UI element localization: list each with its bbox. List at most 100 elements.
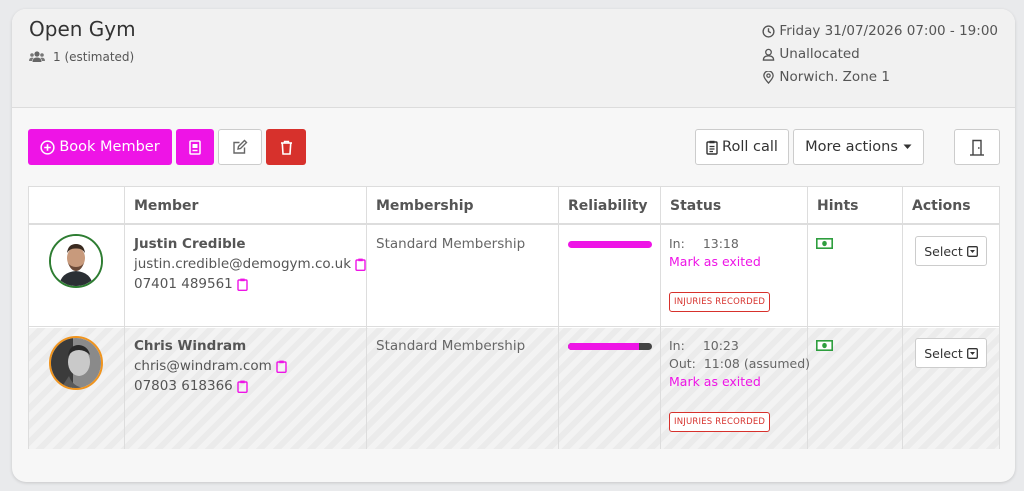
column-divider: [807, 328, 808, 449]
map-marker-icon: [763, 71, 775, 84]
class-title: Open Gym: [29, 17, 136, 41]
membership-name: Standard Membership: [376, 236, 526, 252]
header-status[interactable]: Status: [661, 187, 721, 225]
member-phone: 07803 618366: [134, 378, 233, 394]
membership-name: Standard Membership: [376, 338, 526, 354]
status-in-line: In: 13:18: [669, 236, 739, 251]
clipboard-list-icon: [706, 140, 718, 155]
header-membership[interactable]: Membership: [367, 187, 474, 225]
door-icon: [970, 139, 984, 156]
column-divider: [558, 226, 559, 326]
avatar[interactable]: [49, 336, 103, 390]
member-phone-line: 07803 618366: [134, 378, 248, 394]
plus-circle-icon: [40, 139, 55, 155]
header-reliability[interactable]: Reliability: [559, 187, 648, 225]
status-out-label: Out:: [669, 356, 696, 371]
caret-square-down-icon: [966, 245, 978, 257]
member-photo-icon: [51, 236, 101, 286]
member-phone: 07401 489561: [134, 276, 233, 292]
reliability-bar: [568, 343, 652, 350]
trash-icon: [280, 140, 292, 155]
column-divider: [366, 328, 367, 449]
caret-down-icon: [903, 144, 912, 149]
mark-exited-link[interactable]: Mark as exited: [669, 254, 761, 269]
row-action-label: Select: [924, 345, 963, 361]
edit-button[interactable]: [218, 129, 262, 165]
datetime-row: Friday 31/07/2026 07:00 - 19:00: [762, 20, 998, 43]
member-email-line: chris@windram.com: [134, 358, 287, 374]
table-row: Chris Windram chris@windram.com 07803 61…: [29, 328, 999, 449]
more-actions-dropdown[interactable]: More actions: [793, 129, 924, 165]
edit-icon: [233, 139, 248, 154]
roll-call-button[interactable]: Roll call: [695, 129, 789, 165]
reliability-fill: [568, 343, 640, 350]
class-header: Open Gym 1 (estimated) Friday 31/07/2026…: [12, 9, 1015, 108]
clipboard-icon[interactable]: [237, 278, 248, 291]
member-photo-icon: [51, 338, 101, 388]
column-divider: [366, 226, 367, 326]
column-divider: [807, 226, 808, 326]
money-bill-icon[interactable]: [816, 340, 833, 351]
roll-call-label: Roll call: [722, 139, 778, 155]
member-email: justin.credible@demogym.co.uk: [134, 256, 352, 272]
attendance-count: 1 (estimated): [29, 50, 134, 64]
instructor-row: Unallocated: [762, 43, 998, 66]
status-in-time: 10:23: [702, 338, 739, 353]
row-action-select[interactable]: Select: [915, 236, 987, 266]
injuries-recorded-badge[interactable]: INJURIES RECORDED: [669, 412, 771, 432]
status-in-label: In:: [669, 236, 685, 251]
column-divider: [660, 328, 661, 449]
reliability-bar: [568, 241, 652, 248]
header-member[interactable]: Member: [125, 187, 198, 225]
class-card: Open Gym 1 (estimated) Friday 31/07/2026…: [12, 9, 1015, 482]
more-actions-label: More actions: [805, 139, 898, 155]
avatar[interactable]: [49, 234, 103, 288]
delete-button[interactable]: [266, 129, 306, 165]
mark-exited-link[interactable]: Mark as exited: [669, 374, 761, 389]
column-divider: [124, 226, 125, 326]
clipboard-icon[interactable]: [355, 258, 366, 271]
header-actions[interactable]: Actions: [903, 187, 971, 225]
column-divider: [124, 328, 125, 449]
status-in-label: In:: [669, 338, 685, 353]
column-divider: [558, 328, 559, 449]
location-row: Norwich. Zone 1: [762, 66, 998, 89]
injuries-recorded-badge[interactable]: INJURIES RECORDED: [669, 292, 771, 312]
table-row: Justin Credible justin.credible@demogym.…: [29, 226, 999, 327]
clipboard-icon[interactable]: [237, 380, 248, 393]
row-action-label: Select: [924, 243, 963, 259]
column-divider: [902, 226, 903, 326]
column-divider: [660, 226, 661, 326]
member-email-line: justin.credible@demogym.co.uk: [134, 256, 366, 272]
row-action-select[interactable]: Select: [915, 338, 987, 368]
member-name[interactable]: Justin Credible: [134, 236, 246, 252]
attendance-label: 1 (estimated): [53, 50, 135, 64]
status-in-time: 13:18: [702, 236, 739, 251]
class-meta: Friday 31/07/2026 07:00 - 19:00 Unalloca…: [762, 20, 998, 89]
clipboard-icon[interactable]: [276, 360, 287, 373]
caret-square-down-icon: [966, 347, 978, 359]
member-name[interactable]: Chris Windram: [134, 338, 246, 354]
members-table: Member Membership Reliability Status Hin…: [28, 186, 1000, 449]
class-instructor: Unallocated: [779, 46, 860, 62]
member-phone-line: 07401 489561: [134, 276, 248, 292]
book-member-label: Book Member: [59, 139, 160, 155]
id-card-icon: [189, 139, 201, 155]
column-divider: [902, 328, 903, 449]
member-card-button[interactable]: [176, 129, 214, 165]
class-location: Norwich. Zone 1: [779, 69, 890, 85]
reliability-fill: [568, 241, 652, 248]
exit-door-button[interactable]: [954, 129, 1000, 165]
table-header: Member Membership Reliability Status Hin…: [29, 187, 999, 225]
clock-icon: [762, 25, 776, 38]
users-icon: [29, 51, 45, 62]
user-icon: [763, 48, 775, 61]
money-bill-icon[interactable]: [816, 238, 833, 249]
header-hints[interactable]: Hints: [808, 187, 859, 225]
status-out-time: 11:08 (assumed): [703, 356, 811, 371]
status-in-line: In: 10:23: [669, 338, 739, 353]
status-out-line: Out: 11:08 (assumed): [669, 356, 810, 371]
class-datetime: Friday 31/07/2026 07:00 - 19:00: [779, 23, 998, 39]
member-email: chris@windram.com: [134, 358, 272, 374]
book-member-button[interactable]: Book Member: [28, 129, 172, 165]
